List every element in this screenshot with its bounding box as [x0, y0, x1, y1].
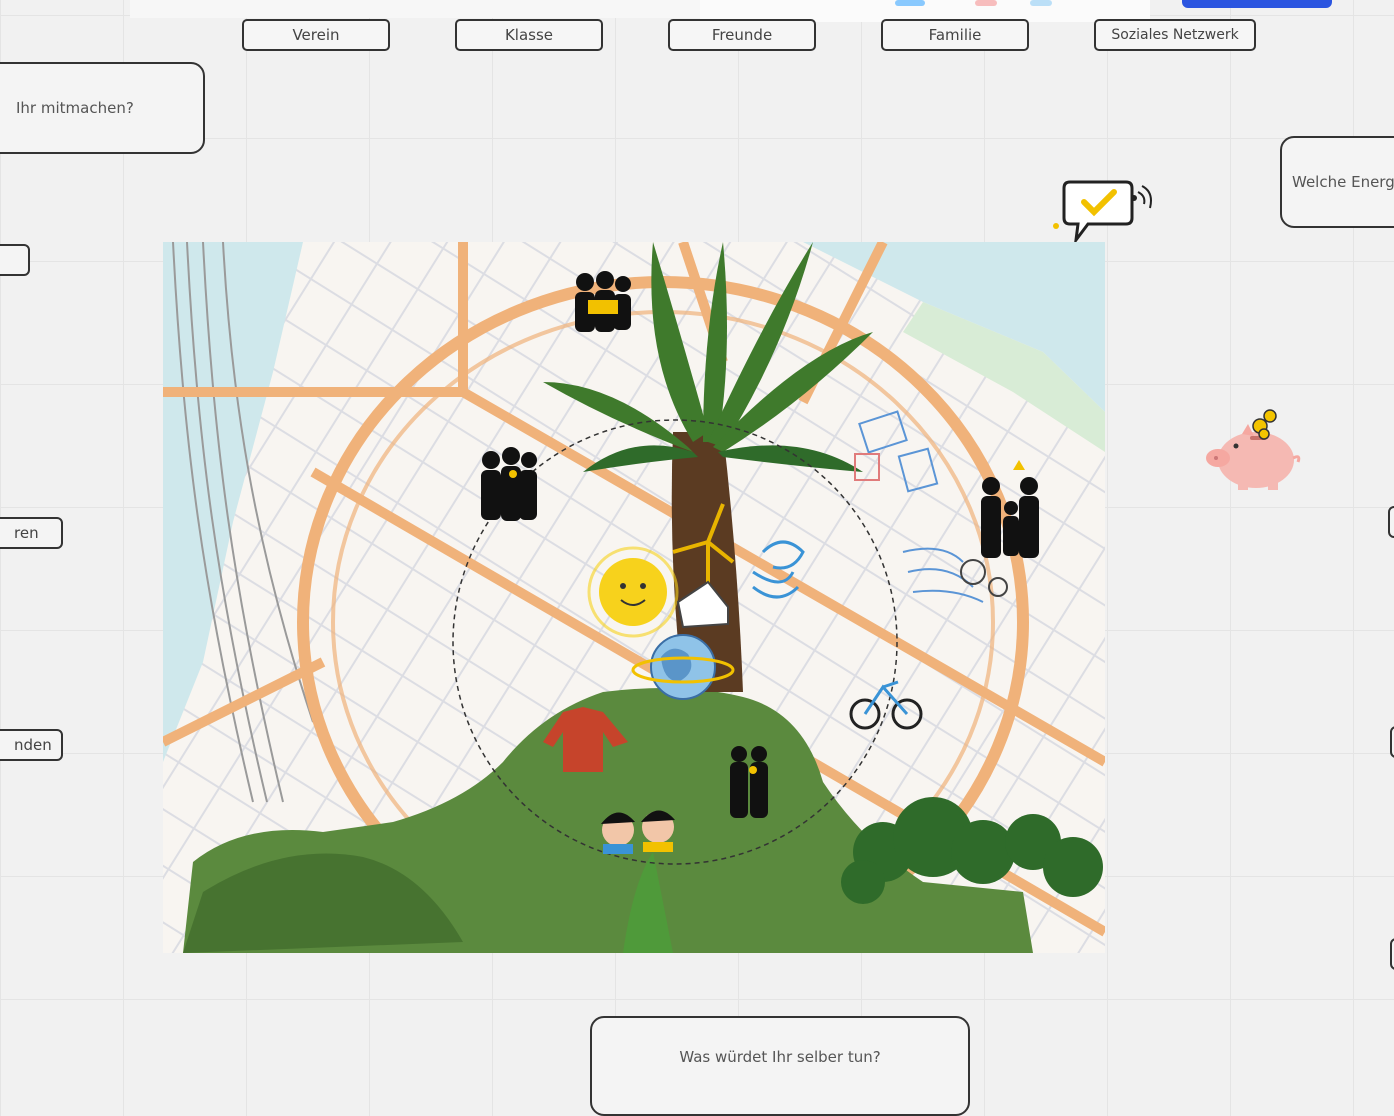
left-card-ren[interactable]: ren	[0, 517, 63, 549]
tag-soziales-netzwerk[interactable]: Soziales Netzwerk	[1094, 19, 1256, 51]
card-label: ren	[14, 524, 39, 542]
question-text: Welche Energ	[1292, 173, 1394, 191]
toolbar-icon[interactable]	[1030, 0, 1052, 6]
right-card-stub[interactable]	[1390, 938, 1394, 970]
left-card-nden[interactable]: nden	[0, 729, 63, 761]
question-text: Ihr mitmachen?	[16, 99, 134, 117]
toolbar-icon[interactable]	[975, 0, 997, 6]
community-map-artwork[interactable]	[163, 242, 1105, 953]
share-button[interactable]	[1182, 0, 1332, 8]
left-card-top[interactable]	[0, 244, 30, 276]
piggy-bank-icon[interactable]	[1198, 408, 1308, 493]
sun-icon	[587, 546, 679, 638]
tag-freunde[interactable]: Freunde	[668, 19, 816, 51]
chat-check-icon[interactable]	[1048, 178, 1163, 248]
people-group-icon	[575, 271, 631, 332]
question-card-selber-tun[interactable]: Was würdet Ihr selber tun?	[590, 1016, 970, 1116]
tag-familie[interactable]: Familie	[881, 19, 1029, 51]
card-label: nden	[14, 736, 52, 754]
right-card-stub[interactable]	[1390, 726, 1394, 758]
people-group-icon	[481, 447, 537, 521]
question-text: Was würdet Ihr selber tun?	[679, 1048, 881, 1066]
tag-verein[interactable]: Verein	[242, 19, 390, 51]
tag-klasse[interactable]: Klasse	[455, 19, 603, 51]
toolbar-icon[interactable]	[895, 0, 925, 6]
question-card-mitmachen[interactable]: Ihr mitmachen?	[0, 62, 205, 154]
right-card-stub[interactable]	[1388, 506, 1394, 538]
question-card-energie[interactable]: Welche Energ	[1280, 136, 1394, 228]
